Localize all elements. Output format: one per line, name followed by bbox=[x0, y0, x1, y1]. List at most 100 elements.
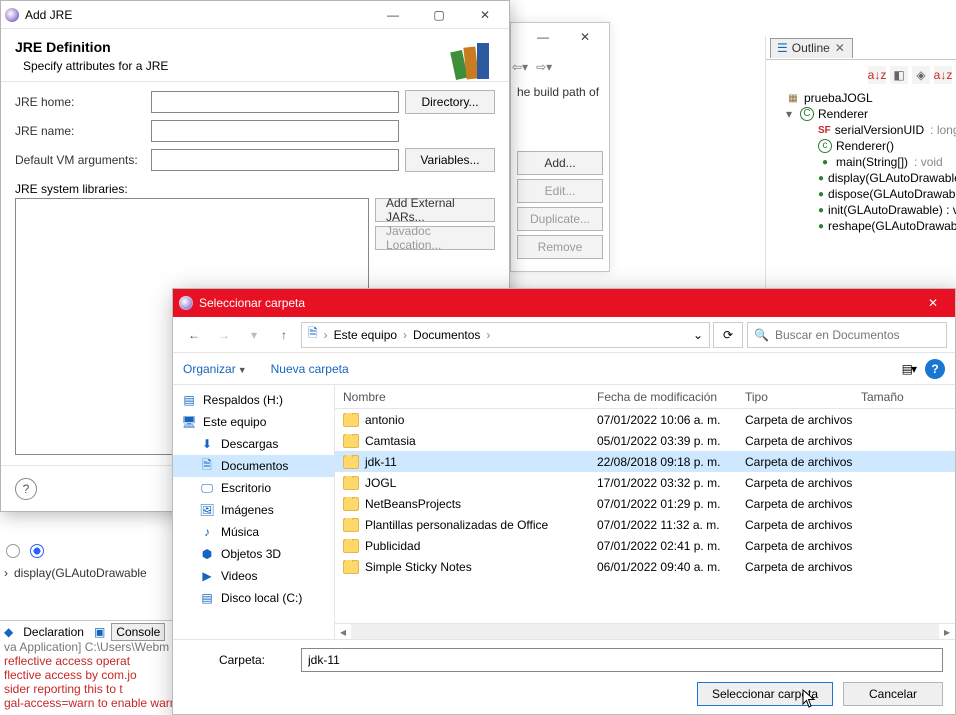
add-external-jars-button[interactable]: Add External JARs... bbox=[375, 198, 495, 222]
close-icon[interactable]: ✕ bbox=[834, 42, 846, 54]
side-button[interactable]: Remove bbox=[517, 235, 603, 259]
nav-back-icon[interactable]: ← bbox=[181, 322, 207, 348]
places-item[interactable]: 🖥Este equipo bbox=[173, 411, 334, 433]
eclipse-icon bbox=[5, 8, 19, 22]
dialog-titlebar[interactable]: Add JRE — ▢ ✕ bbox=[1, 1, 509, 29]
places-item[interactable]: ▤Respaldos (H:) bbox=[173, 389, 334, 411]
places-item[interactable]: ▶Videos bbox=[173, 565, 334, 587]
places-item[interactable]: ♪Música bbox=[173, 521, 334, 543]
file-row[interactable]: Plantillas personalizadas de Office07/01… bbox=[335, 514, 955, 535]
docs-icon: 🗎 bbox=[308, 324, 318, 345]
minimize-icon[interactable]: — bbox=[373, 3, 413, 27]
variables-button[interactable]: Variables... bbox=[405, 148, 495, 172]
outline-tab[interactable]: ☰ Outline ✕ bbox=[770, 38, 853, 58]
chevron-right-icon[interactable]: › bbox=[403, 328, 407, 342]
places-item[interactable]: 🗎Documentos bbox=[173, 455, 334, 477]
directory-button[interactable]: Directory... bbox=[405, 90, 495, 114]
file-list-header[interactable]: Nombre Fecha de modificación Tipo Tamaño bbox=[335, 385, 955, 409]
jre-home-input[interactable] bbox=[151, 91, 399, 113]
places-item[interactable]: ⬢Objetos 3D bbox=[173, 543, 334, 565]
breadcrumb-item[interactable]: Documentos bbox=[413, 328, 480, 342]
sort-az2-icon[interactable]: a↓z bbox=[934, 66, 952, 84]
file-row[interactable]: Camtasia05/01/2022 03:39 p. m.Carpeta de… bbox=[335, 430, 955, 451]
help-icon[interactable]: ? bbox=[925, 359, 945, 379]
fwd-arrow-icon[interactable]: ⇨▾ bbox=[536, 60, 552, 74]
system-libs-label: JRE system libraries: bbox=[1, 176, 509, 198]
file-row[interactable]: NetBeansProjects07/01/2022 01:29 p. m.Ca… bbox=[335, 493, 955, 514]
dialog-titlebar[interactable]: Seleccionar carpeta ✕ bbox=[173, 289, 955, 317]
places-item[interactable]: 🖼Imágenes bbox=[173, 499, 334, 521]
member-label: main(String[]) bbox=[836, 155, 908, 169]
tree-member[interactable]: SFserialVersionUID : long bbox=[772, 122, 952, 138]
breadcrumb-item[interactable]: display(GLAutoDrawable bbox=[14, 566, 147, 580]
side-button[interactable]: Add... bbox=[517, 151, 603, 175]
run-option[interactable] bbox=[6, 544, 20, 558]
maximize-icon[interactable]: ▢ bbox=[419, 3, 459, 27]
places-label: Videos bbox=[221, 569, 257, 583]
close-icon[interactable]: ✕ bbox=[917, 291, 949, 315]
tree-class[interactable]: ▾ C Renderer bbox=[772, 106, 952, 122]
folder-field-label: Carpeta: bbox=[185, 653, 293, 667]
run-option-selected[interactable] bbox=[30, 544, 44, 558]
file-row[interactable]: Publicidad07/01/2022 02:41 p. m.Carpeta … bbox=[335, 535, 955, 556]
back-arrow-icon[interactable]: ⇦▾ bbox=[512, 60, 528, 74]
javadoc-location-button[interactable]: Javadoc Location... bbox=[375, 226, 495, 250]
sort-az-icon[interactable]: a↓z bbox=[868, 66, 886, 84]
new-folder-button[interactable]: Nueva carpeta bbox=[271, 362, 349, 376]
places-item[interactable]: ▤Disco local (C:) bbox=[173, 587, 334, 609]
tab-console[interactable]: Console bbox=[111, 623, 165, 641]
tree-member[interactable]: ●display(GLAutoDrawable bbox=[772, 170, 952, 186]
file-row[interactable]: Simple Sticky Notes06/01/2022 09:40 a. m… bbox=[335, 556, 955, 577]
chevron-right-icon[interactable]: › bbox=[486, 328, 490, 342]
organize-menu[interactable]: Organizar▼ bbox=[183, 362, 247, 376]
file-row[interactable]: antonio07/01/2022 10:06 a. m.Carpeta de … bbox=[335, 409, 955, 430]
col-size[interactable]: Tamaño bbox=[853, 390, 923, 404]
side-button[interactable]: Duplicate... bbox=[517, 207, 603, 231]
tree-member[interactable]: ●init(GLAutoDrawable) : v bbox=[772, 202, 952, 218]
refresh-icon[interactable]: ⟳ bbox=[713, 322, 743, 348]
places-item[interactable]: ⬇Descargas bbox=[173, 433, 334, 455]
close-icon[interactable]: ✕ bbox=[465, 3, 505, 27]
nav-up-icon[interactable]: ↑ bbox=[271, 322, 297, 348]
places-item[interactable]: 🖵Escritorio bbox=[173, 477, 334, 499]
folder-name-input[interactable] bbox=[301, 648, 943, 672]
chevron-right-icon[interactable]: › bbox=[324, 328, 328, 342]
address-bar[interactable]: 🗎 › Este equipo › Documentos › ⌄ bbox=[301, 322, 710, 348]
drive-icon: ▤ bbox=[199, 590, 215, 606]
horizontal-scrollbar[interactable]: ◂ ▸ bbox=[335, 623, 955, 639]
scroll-right-icon[interactable]: ▸ bbox=[939, 624, 955, 639]
scroll-track[interactable] bbox=[351, 624, 939, 639]
view-mode-icon[interactable]: ▤▾ bbox=[902, 362, 915, 376]
places-label: Música bbox=[221, 525, 259, 539]
tree-member[interactable]: ●dispose(GLAutoDrawable bbox=[772, 186, 952, 202]
col-date[interactable]: Fecha de modificación bbox=[589, 390, 737, 404]
file-row[interactable]: jdk-1122/08/2018 09:18 p. m.Carpeta de a… bbox=[335, 451, 955, 472]
vm-args-input[interactable] bbox=[151, 149, 399, 171]
close-icon[interactable]: ✕ bbox=[565, 25, 605, 49]
cancel-button[interactable]: Cancelar bbox=[843, 682, 943, 706]
tab-declaration[interactable]: Declaration bbox=[19, 625, 88, 639]
addr-dropdown-icon[interactable]: ⌄ bbox=[693, 328, 703, 342]
editor-breadcrumb[interactable]: › display(GLAutoDrawable bbox=[0, 563, 147, 583]
select-folder-button[interactable]: Seleccionar carpeta bbox=[697, 682, 833, 706]
help-icon[interactable]: ? bbox=[15, 478, 37, 500]
tree-package[interactable]: ▦ pruebaJOGL bbox=[772, 90, 952, 106]
chevron-down-icon[interactable]: ▾ bbox=[786, 107, 796, 121]
nav-recent-icon[interactable]: ▾ bbox=[241, 322, 267, 348]
file-date: 05/01/2022 03:39 p. m. bbox=[589, 434, 737, 448]
col-type[interactable]: Tipo bbox=[737, 390, 853, 404]
side-button[interactable]: Edit... bbox=[517, 179, 603, 203]
minimize-icon[interactable]: — bbox=[523, 25, 563, 49]
vm-args-label: Default VM arguments: bbox=[15, 153, 145, 167]
tree-member[interactable]: ●reshape(GLAutoDrawable bbox=[772, 218, 952, 234]
col-name[interactable]: Nombre bbox=[335, 390, 589, 404]
jre-name-input[interactable] bbox=[151, 120, 399, 142]
search-input[interactable]: 🔍 Buscar en Documentos bbox=[747, 322, 947, 348]
scroll-left-icon[interactable]: ◂ bbox=[335, 624, 351, 639]
filter-icon[interactable]: ◧ bbox=[890, 66, 908, 84]
breadcrumb-item[interactable]: Este equipo bbox=[334, 328, 397, 342]
hide-fields-icon[interactable]: ◈ bbox=[912, 66, 930, 84]
tree-member[interactable]: ●main(String[]) : void bbox=[772, 154, 952, 170]
tree-member[interactable]: cRenderer() bbox=[772, 138, 952, 154]
file-row[interactable]: JOGL17/01/2022 03:32 p. m.Carpeta de arc… bbox=[335, 472, 955, 493]
